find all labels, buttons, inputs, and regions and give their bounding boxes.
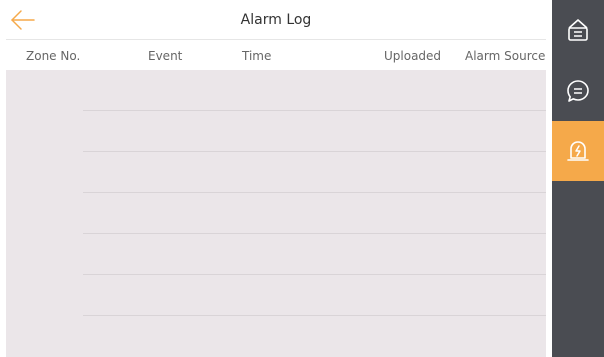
column-header-uploaded: Uploaded bbox=[384, 49, 442, 63]
column-header-alarm-source: Alarm Source bbox=[465, 49, 546, 63]
sidebar-item-message[interactable] bbox=[552, 60, 604, 121]
notice-icon bbox=[568, 19, 588, 41]
column-header-time: Time bbox=[242, 49, 272, 63]
row-divider bbox=[83, 110, 546, 111]
row-divider bbox=[83, 233, 546, 234]
sidebar-item-notice[interactable] bbox=[552, 0, 604, 60]
sidebar-item-alarm-log[interactable] bbox=[552, 121, 604, 181]
row-divider bbox=[83, 274, 546, 275]
table-header: Zone No. Event Time Uploaded Alarm Sourc… bbox=[6, 40, 546, 70]
alarm-log-list[interactable] bbox=[6, 70, 546, 357]
main-panel: Alarm Log Zone No. Event Time Uploaded A… bbox=[0, 0, 552, 357]
sidebar bbox=[552, 0, 604, 357]
row-divider bbox=[83, 192, 546, 193]
row-divider bbox=[83, 315, 546, 316]
header: Alarm Log bbox=[0, 0, 552, 40]
page-title: Alarm Log bbox=[240, 12, 312, 28]
row-divider bbox=[83, 151, 546, 152]
message-icon bbox=[567, 80, 589, 102]
column-header-event: Event bbox=[148, 49, 183, 63]
alarm-log-icon bbox=[567, 141, 589, 161]
column-header-zone-no: Zone No. bbox=[26, 49, 81, 63]
